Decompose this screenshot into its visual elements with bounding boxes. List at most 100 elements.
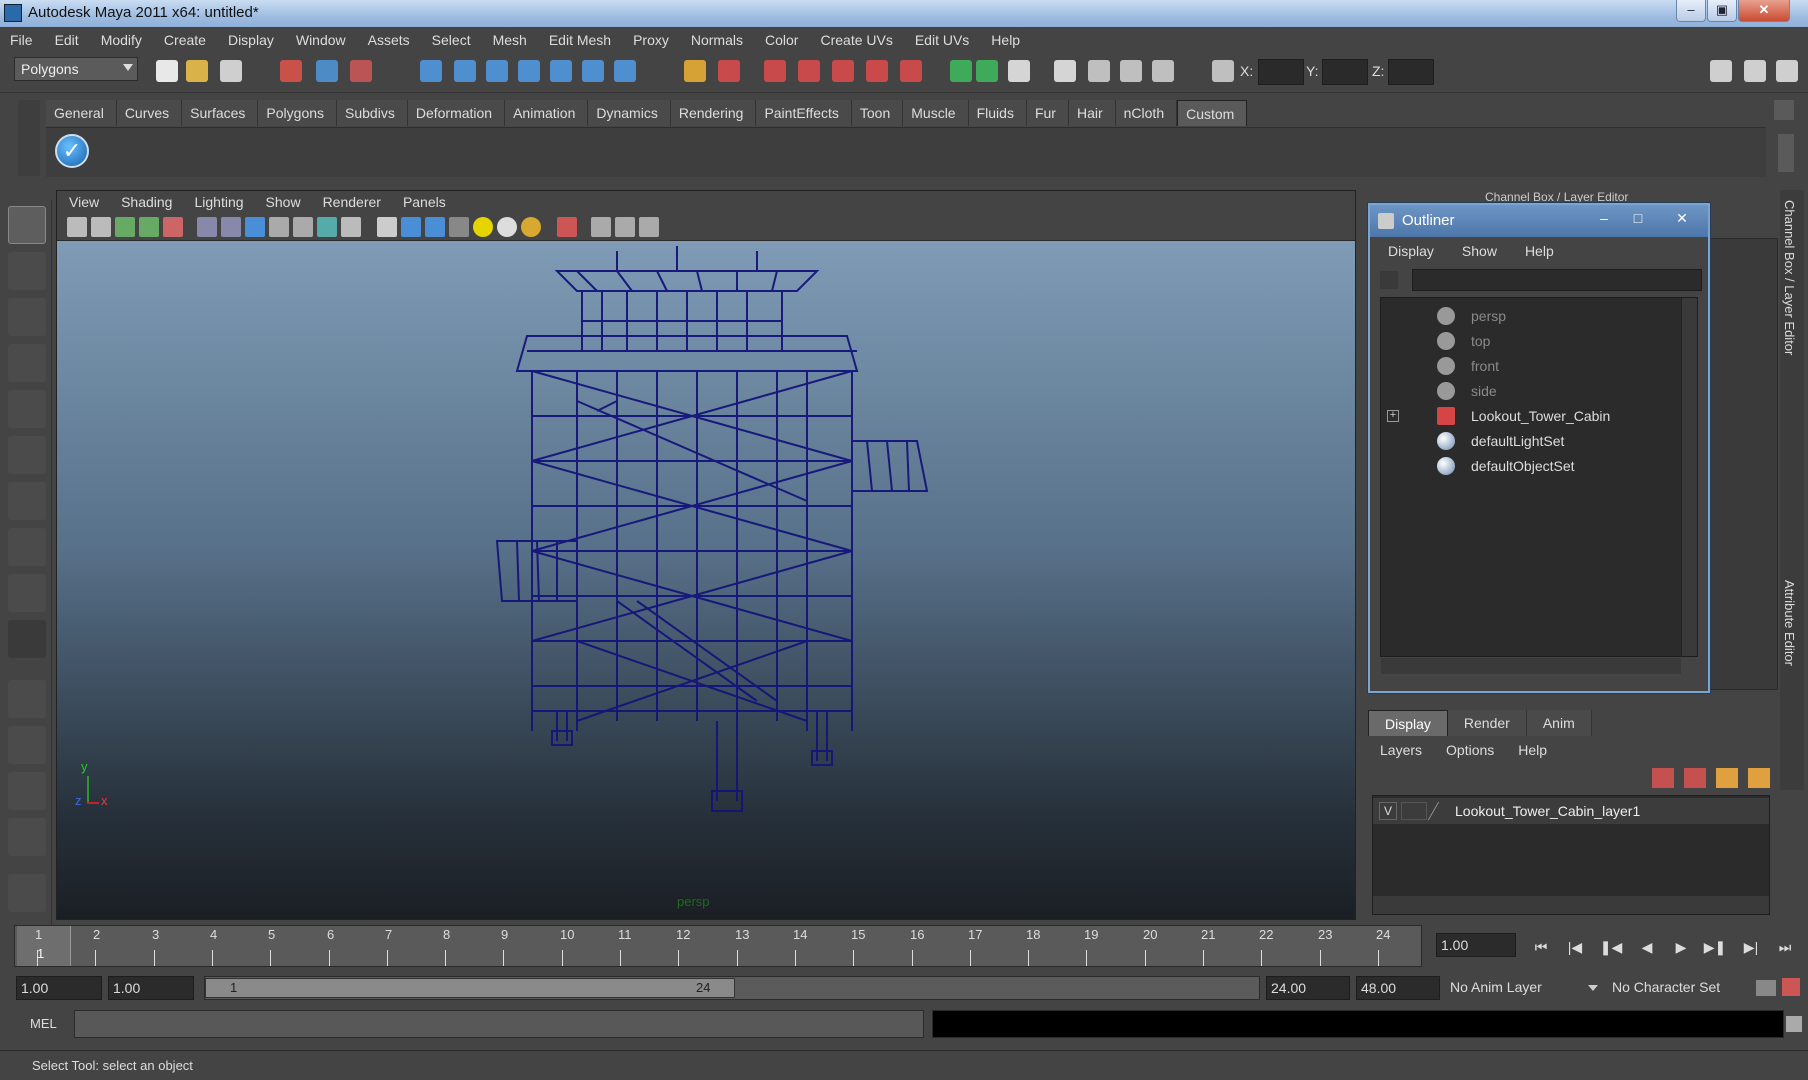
shelf-tab-muscle[interactable]: Muscle bbox=[903, 100, 969, 126]
snap-grid-icon[interactable] bbox=[420, 60, 442, 82]
show-manipulator-icon[interactable] bbox=[8, 574, 46, 612]
script-editor-icon[interactable] bbox=[1786, 1016, 1802, 1032]
move-down-layer-icon[interactable] bbox=[1684, 768, 1706, 788]
shelf-tab-painteffects[interactable]: PaintEffects bbox=[756, 100, 852, 126]
viewport-menu-lighting[interactable]: Lighting bbox=[182, 194, 253, 210]
range-slider[interactable]: 1 24 bbox=[204, 976, 1260, 1000]
panel-float-button[interactable] bbox=[1746, 190, 1776, 208]
menu-set-dropdown[interactable]: Polygons bbox=[14, 57, 138, 81]
outliner-title-bar[interactable]: Outliner – □ ✕ bbox=[1370, 205, 1708, 237]
last-tool-icon[interactable] bbox=[8, 620, 46, 658]
xray-joints-icon[interactable] bbox=[615, 217, 635, 237]
lasso-icon[interactable] bbox=[1088, 60, 1110, 82]
film-gate-icon[interactable] bbox=[221, 217, 241, 237]
input-line-icon[interactable] bbox=[950, 60, 972, 82]
expand-icon[interactable]: + bbox=[1387, 410, 1399, 422]
outliner-item-side[interactable]: side bbox=[1381, 379, 1681, 403]
shelf-scroll[interactable] bbox=[1778, 134, 1794, 172]
ipr-render-icon[interactable] bbox=[832, 60, 854, 82]
use-all-lights-icon[interactable] bbox=[497, 217, 517, 237]
select-tool-icon[interactable] bbox=[8, 206, 46, 244]
textured-icon[interactable] bbox=[449, 217, 469, 237]
brush-icon[interactable] bbox=[1120, 60, 1142, 82]
snap-surface-icon[interactable] bbox=[550, 60, 572, 82]
shelf-menu-handle[interactable] bbox=[18, 100, 40, 176]
range-slider-handle[interactable]: 1 24 bbox=[205, 978, 735, 998]
bookmark-icon[interactable] bbox=[115, 217, 135, 237]
menu-normals[interactable]: Normals bbox=[681, 32, 755, 48]
lasso-tool-icon[interactable] bbox=[8, 252, 46, 290]
outliner-item-lookout-tower-cabin[interactable]: + Lookout_Tower_Cabin bbox=[1381, 404, 1681, 428]
lookout-tower-wireframe[interactable] bbox=[57, 241, 1355, 919]
viewport-menu-view[interactable]: View bbox=[57, 194, 109, 210]
animation-start-field[interactable]: 1.00 bbox=[16, 976, 102, 1000]
z-field[interactable] bbox=[1388, 59, 1434, 85]
paint-select-tool-icon[interactable] bbox=[8, 298, 46, 336]
open-scene-icon[interactable] bbox=[186, 60, 208, 82]
shelf-tab-fluids[interactable]: Fluids bbox=[968, 100, 1027, 126]
outliner-menu-help[interactable]: Help bbox=[1507, 243, 1564, 259]
shelf-tab-custom[interactable]: Custom bbox=[1177, 100, 1248, 126]
shelf-tab-fur[interactable]: Fur bbox=[1026, 100, 1069, 126]
layer-type-toggle[interactable] bbox=[1401, 802, 1427, 820]
graph-editor-layout-icon[interactable] bbox=[8, 818, 46, 856]
outliner-layout-icon[interactable] bbox=[8, 772, 46, 810]
image-plane-icon[interactable] bbox=[139, 217, 159, 237]
layer-menu-options[interactable]: Options bbox=[1434, 742, 1506, 758]
render-settings-icon[interactable] bbox=[866, 60, 888, 82]
field-chart-icon[interactable] bbox=[293, 217, 313, 237]
layer-row[interactable]: V Lookout_Tower_Cabin_layer1 bbox=[1373, 798, 1769, 824]
viewport-menu-show[interactable]: Show bbox=[254, 194, 311, 210]
shelf-tab-toon[interactable]: Toon bbox=[851, 100, 904, 126]
side-tab-attribute-editor[interactable]: Attribute Editor bbox=[1782, 580, 1797, 666]
shelf-tab-animation[interactable]: Animation bbox=[505, 100, 589, 126]
menu-assets[interactable]: Assets bbox=[358, 32, 422, 48]
create-empty-layer-icon[interactable] bbox=[1716, 768, 1738, 788]
viewport-menu-shading[interactable]: Shading bbox=[109, 194, 182, 210]
outliner-vertical-scrollbar[interactable] bbox=[1681, 298, 1697, 656]
menu-select[interactable]: Select bbox=[422, 32, 483, 48]
soft-select-icon[interactable] bbox=[1152, 60, 1174, 82]
wireframe-on-shaded-icon[interactable] bbox=[425, 217, 445, 237]
animation-preferences-icon[interactable] bbox=[1782, 978, 1800, 996]
step-forward-key-icon[interactable]: ▶| bbox=[1738, 936, 1764, 958]
toggle-panel-icon[interactable] bbox=[1054, 60, 1076, 82]
shelf-tab-dynamics[interactable]: Dynamics bbox=[588, 100, 671, 126]
move-tool-icon[interactable] bbox=[8, 344, 46, 382]
snap-view-icon[interactable] bbox=[582, 60, 604, 82]
step-back-key-icon[interactable]: |◀ bbox=[1562, 936, 1588, 958]
input-ops-icon[interactable] bbox=[718, 60, 740, 82]
layer-tab-display[interactable]: Display bbox=[1368, 710, 1448, 736]
isolate-select-icon[interactable] bbox=[557, 217, 577, 237]
character-set-dropdown[interactable]: No Character Set bbox=[1610, 976, 1748, 1000]
select-component-icon[interactable] bbox=[350, 60, 372, 82]
layer-list-scrollbar[interactable] bbox=[1373, 896, 1769, 914]
grease-pencil-icon[interactable] bbox=[163, 217, 183, 237]
filter-icon[interactable] bbox=[1380, 271, 1398, 289]
quick-layout-icon[interactable] bbox=[8, 874, 46, 912]
go-to-end-icon[interactable]: ⏭ bbox=[1772, 936, 1798, 958]
safe-action-icon[interactable] bbox=[317, 217, 337, 237]
menu-edit-mesh[interactable]: Edit Mesh bbox=[539, 32, 623, 48]
menu-display[interactable]: Display bbox=[218, 32, 286, 48]
layer-tab-render[interactable]: Render bbox=[1447, 710, 1527, 736]
playback-start-field[interactable]: 1.00 bbox=[108, 976, 194, 1000]
outliner-filter-input[interactable] bbox=[1412, 269, 1702, 291]
select-object-icon[interactable] bbox=[316, 60, 338, 82]
attribute-editor-toggle-icon[interactable] bbox=[1710, 60, 1732, 82]
shelf-tab-polygons[interactable]: Polygons bbox=[258, 100, 338, 126]
maximize-button[interactable]: ▣ bbox=[1707, 0, 1737, 22]
camera-attributes-icon[interactable] bbox=[91, 217, 111, 237]
hypershade-icon[interactable] bbox=[900, 60, 922, 82]
menu-file[interactable]: File bbox=[0, 32, 45, 48]
play-backwards-icon[interactable]: ◀ bbox=[1634, 936, 1660, 958]
use-default-lights-icon[interactable] bbox=[473, 217, 493, 237]
rotate-tool-icon[interactable] bbox=[8, 390, 46, 428]
shelf-tab-ncloth[interactable]: nCloth bbox=[1115, 100, 1178, 126]
command-input[interactable] bbox=[74, 1010, 924, 1038]
render-current-icon[interactable] bbox=[798, 60, 820, 82]
outliner-close-button[interactable]: ✕ bbox=[1668, 209, 1696, 229]
smooth-shade-icon[interactable] bbox=[401, 217, 421, 237]
step-forward-frame-icon[interactable]: ▶❚ bbox=[1702, 936, 1728, 958]
shelf-tab-hair[interactable]: Hair bbox=[1068, 100, 1116, 126]
